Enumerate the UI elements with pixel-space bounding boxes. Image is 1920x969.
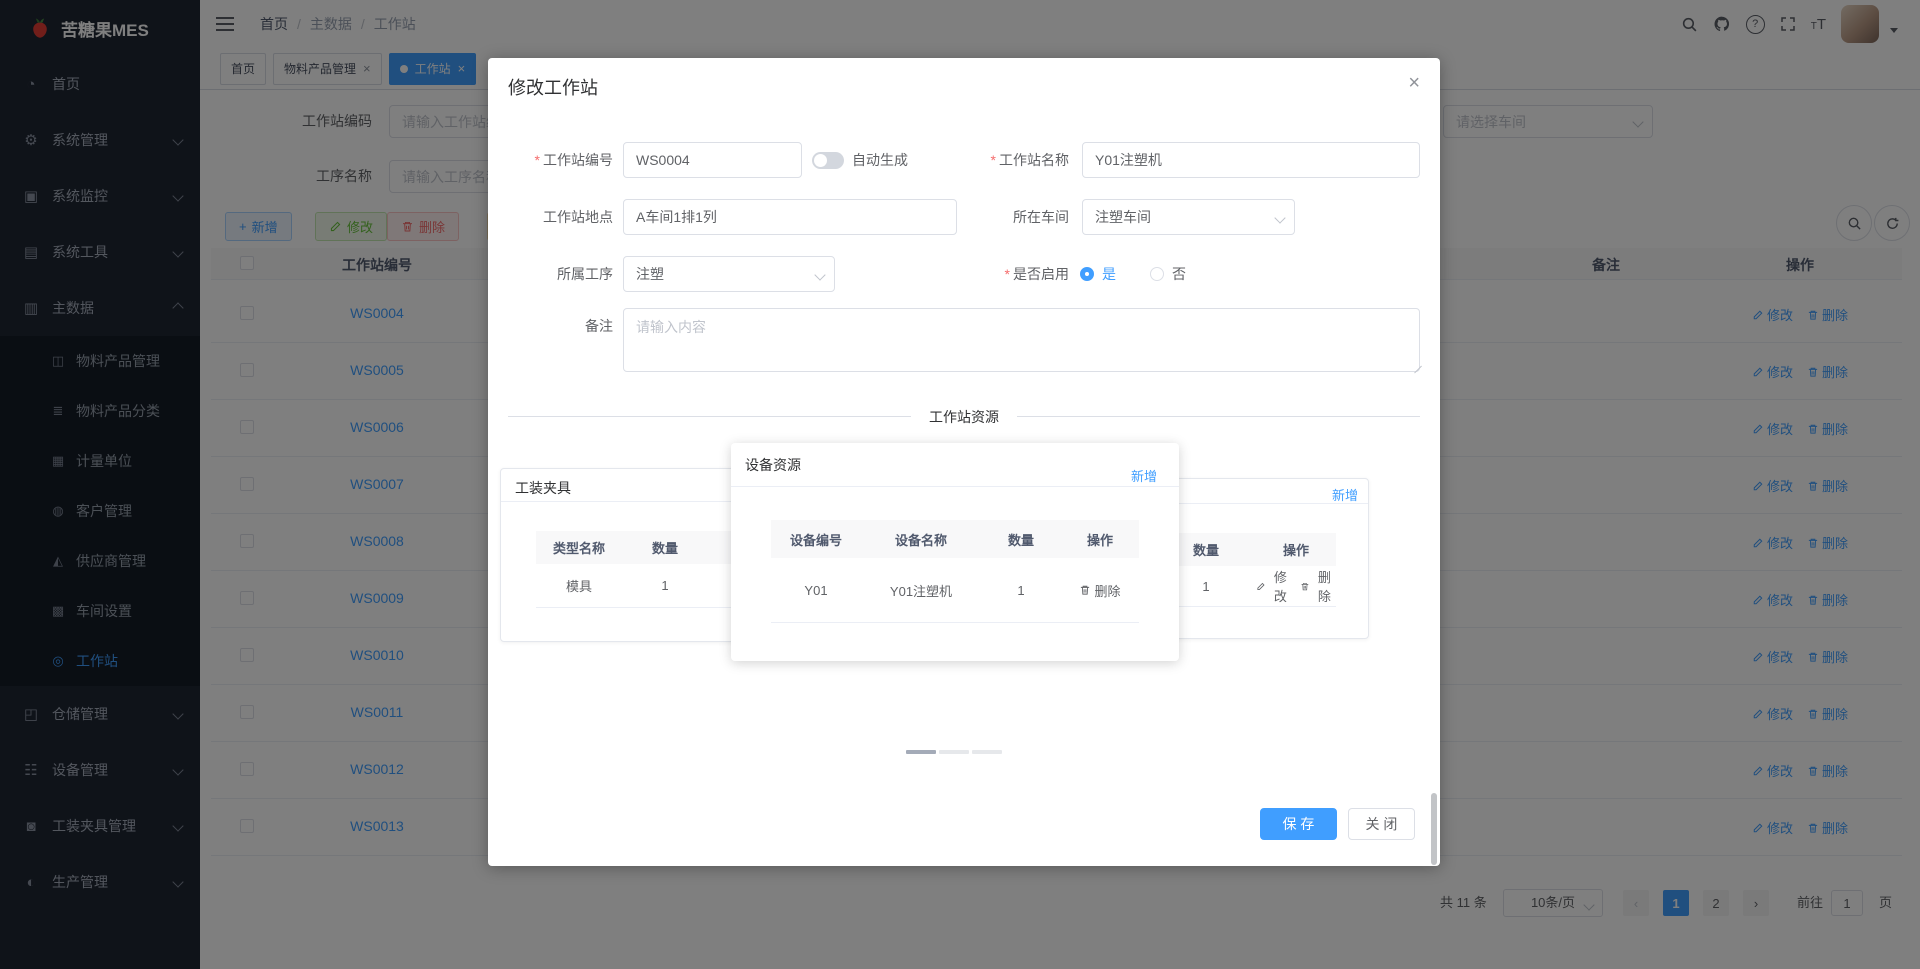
location-input[interactable]: [623, 199, 957, 235]
carousel-dot[interactable]: [939, 750, 969, 754]
chevron-down-icon: [814, 269, 826, 281]
process-select[interactable]: 注塑: [623, 256, 835, 292]
carousel-dot-active[interactable]: [906, 750, 936, 754]
auto-generate-toggle[interactable]: [812, 152, 844, 169]
process-label: 所属工序: [557, 266, 613, 282]
auto-generate-label: 自动生成: [852, 152, 908, 168]
row-delete-link[interactable]: 删除: [1300, 567, 1336, 605]
workshop-select[interactable]: 注塑车间: [1082, 199, 1295, 235]
trash-icon: [1300, 581, 1310, 592]
name-input[interactable]: [1082, 142, 1420, 178]
chevron-down-icon: [1274, 212, 1286, 224]
pencil-icon: [1256, 581, 1266, 592]
close-button[interactable]: 关 闭: [1348, 808, 1415, 840]
device-panel-title: 设备资源: [745, 457, 801, 473]
code-input[interactable]: [623, 142, 802, 178]
device-resource-panel: 设备资源 新增 设备编号 设备名称 数量 操作 Y01 Y01注塑机 1 删除: [731, 443, 1179, 661]
radio-yes-label[interactable]: 是: [1102, 264, 1116, 284]
edit-workstation-dialog: 修改工作站 × *工作站编号 自动生成 *工作站名称 工作站地点 所在车间 注塑…: [488, 58, 1440, 866]
enabled-radio-group: 是 否: [1080, 256, 1186, 292]
carousel-dot[interactable]: [972, 750, 1002, 754]
divider-label: 工作站资源: [911, 407, 1017, 427]
name-label: * 工作站名称: [990, 152, 1069, 168]
row-delete-link[interactable]: 删除: [1079, 581, 1121, 600]
fixture-card-title: 工装夹具: [515, 480, 571, 496]
device-table-row: Y01 Y01注塑机 1 删除: [771, 558, 1139, 623]
carousel-indicators: [906, 750, 1002, 754]
remark-label: 备注: [585, 318, 613, 334]
radio-no-label[interactable]: 否: [1172, 264, 1186, 284]
close-icon[interactable]: ×: [1408, 72, 1420, 95]
row-edit-link[interactable]: 修改: [1256, 567, 1292, 605]
code-label: * 工作站编号: [534, 152, 613, 168]
add-link[interactable]: 新增: [1332, 485, 1358, 504]
modal-scrollbar-thumb[interactable]: [1431, 793, 1437, 865]
dialog-title: 修改工作站: [508, 78, 598, 98]
radio-no[interactable]: [1150, 267, 1164, 281]
workshop-label: 所在车间: [1013, 209, 1069, 225]
save-button[interactable]: 保 存: [1260, 808, 1337, 840]
remark-textarea[interactable]: [623, 308, 1420, 372]
radio-yes[interactable]: [1080, 267, 1094, 281]
enabled-label: * 是否启用: [1004, 266, 1069, 282]
right-table-header: 数量 操作: [1156, 533, 1336, 566]
add-device-link[interactable]: 新增: [1131, 466, 1157, 485]
device-table-header: 设备编号 设备名称 数量 操作: [771, 520, 1139, 558]
right-table-row: 1 修改 删除: [1156, 566, 1336, 607]
location-label: 工作站地点: [543, 209, 613, 225]
trash-icon: [1079, 584, 1091, 596]
